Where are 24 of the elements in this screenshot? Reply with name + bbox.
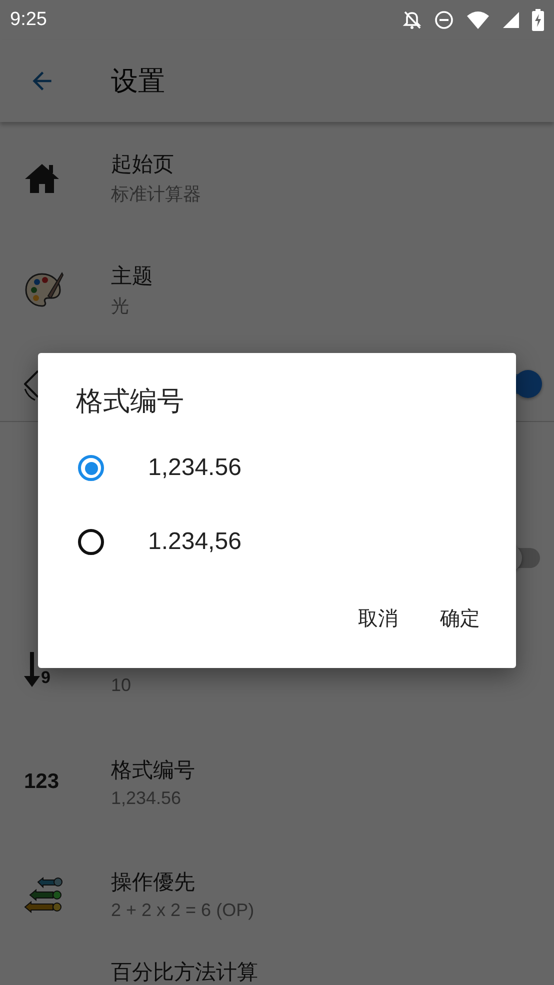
radio-button[interactable] — [78, 529, 104, 555]
signal-icon — [502, 10, 520, 30]
option-label[interactable]: 1,234.56 — [148, 454, 242, 482]
icon-label: 9 — [41, 668, 50, 688]
down-arrow-icon — [24, 652, 40, 688]
option-label[interactable]: 1.234,56 — [148, 528, 242, 556]
status-time: 9:25 — [10, 9, 47, 31]
setting-title: 操作優先 — [111, 868, 196, 896]
setting-title: 百分比方法计算 — [111, 959, 258, 985]
dialog-button[interactable]: 取消 — [344, 597, 412, 640]
priority-arrows-icon — [24, 874, 64, 914]
radio-button[interactable] — [78, 455, 104, 481]
battery-charging-icon — [532, 9, 544, 31]
setting-title: 格式编号 — [111, 756, 195, 784]
home-icon — [24, 162, 60, 194]
dialog-title: 格式编号 — [76, 385, 184, 419]
toolbar-title: 设置 — [111, 65, 165, 99]
dialog-button[interactable]: 确定 — [426, 597, 494, 640]
setting-title: 起始页 — [111, 151, 175, 178]
setting-title: 主题 — [111, 263, 153, 290]
numbers-icon: 123 — [24, 770, 60, 794]
do-not-disturb-icon — [434, 10, 454, 30]
wifi-icon — [466, 10, 490, 30]
bell-off-icon — [402, 10, 422, 30]
